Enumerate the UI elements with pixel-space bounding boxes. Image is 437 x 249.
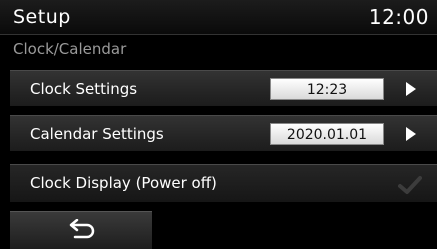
calendar-settings-label: Calendar Settings <box>30 125 164 143</box>
clock-display-power-off-row[interactable]: Clock Display (Power off) <box>10 164 437 202</box>
clock-settings-label: Clock Settings <box>30 80 138 98</box>
chevron-right-icon <box>406 127 416 141</box>
back-button[interactable] <box>10 211 152 249</box>
page-title: Setup <box>13 6 71 28</box>
clock-value: 12:23 <box>270 78 384 100</box>
back-arrow-icon <box>69 219 95 239</box>
clock-settings-row[interactable]: Clock Settings 12:23 <box>10 70 437 106</box>
chevron-right-icon <box>406 82 416 96</box>
calendar-value: 2020.01.01 <box>270 123 384 145</box>
clock-display-label: Clock Display (Power off) <box>30 174 217 192</box>
clock-display: 12:00 <box>368 5 429 29</box>
checkmark-icon[interactable] <box>398 175 422 195</box>
title-bar: Setup 12:00 <box>0 0 437 35</box>
calendar-settings-row[interactable]: Calendar Settings 2020.01.01 <box>10 115 437 151</box>
section-title: Clock/Calendar <box>13 40 127 58</box>
